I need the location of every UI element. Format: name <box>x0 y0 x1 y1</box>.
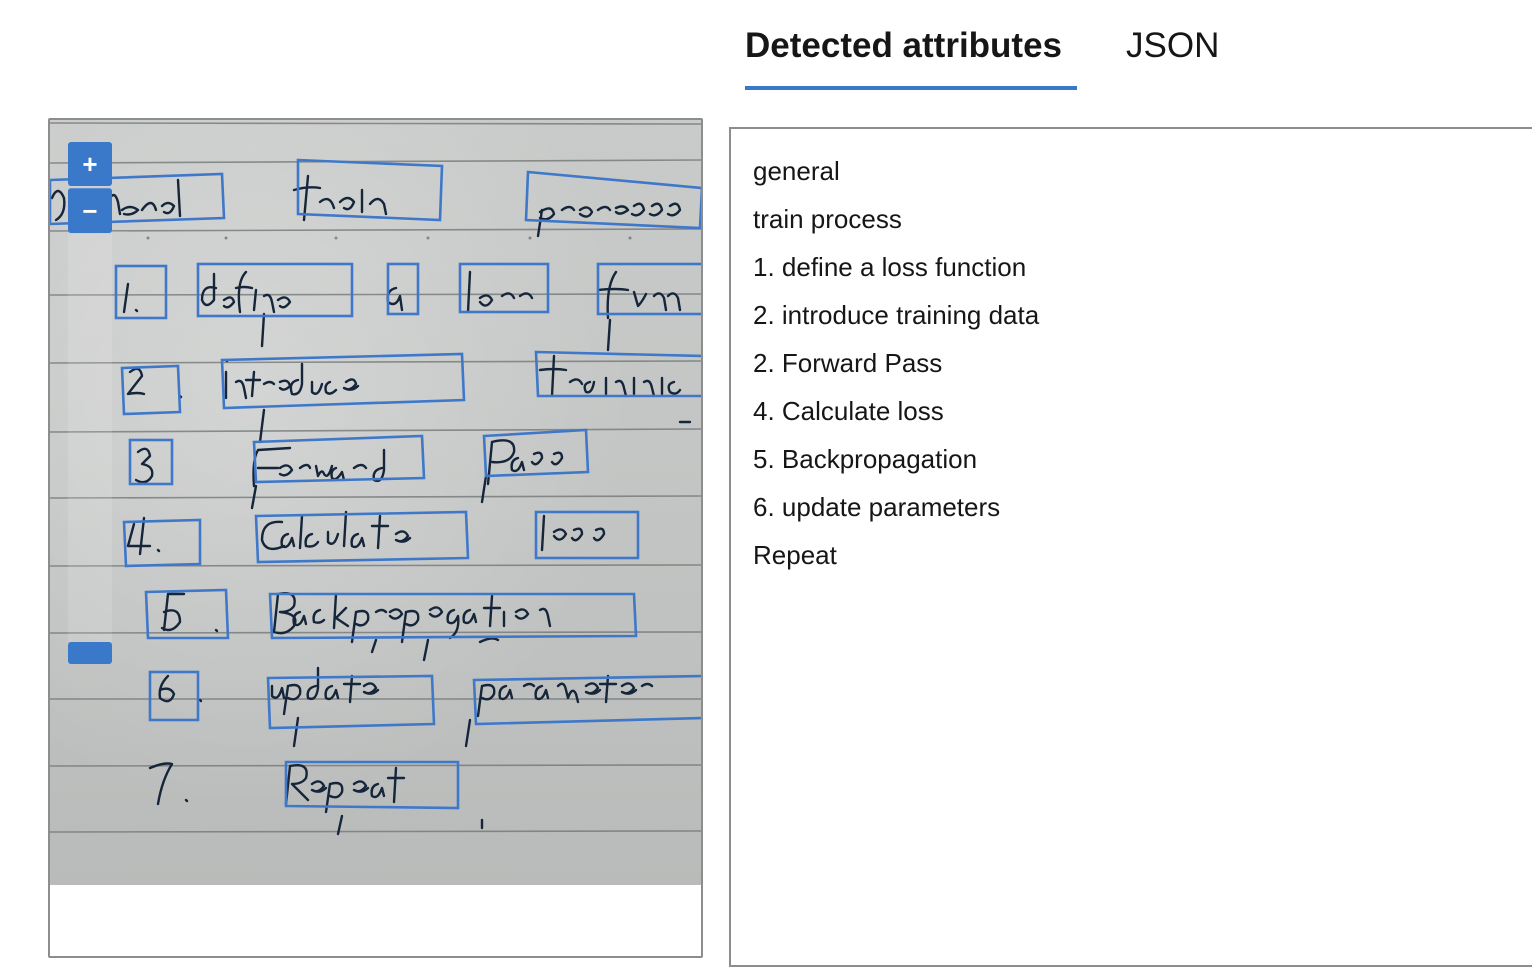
detection-boxes <box>50 158 701 810</box>
handwritten-note-photo <box>50 120 701 885</box>
attribute-item: 2. Forward Pass <box>753 348 943 378</box>
attribute-item: general <box>753 156 840 186</box>
zoom-slider-handle[interactable] <box>68 642 112 664</box>
plus-icon: + <box>82 149 98 179</box>
attribute-item: 1. define a loss function <box>753 252 1027 282</box>
tab-detected-attributes[interactable]: Detected attributes <box>745 26 1062 66</box>
handwriting-strokes <box>50 174 692 836</box>
tab-json[interactable]: JSON <box>1126 26 1219 66</box>
photo-drawing <box>50 122 701 836</box>
minus-icon: − <box>82 196 98 226</box>
attribute-list: general train process 1. define a loss f… <box>753 147 1039 579</box>
attribute-item: train process <box>753 204 902 234</box>
zoom-in-button[interactable]: + <box>68 142 112 186</box>
detected-attributes-panel: general train process 1. define a loss f… <box>729 127 1532 967</box>
attribute-item: 6. update parameters <box>753 492 1001 522</box>
image-viewer[interactable]: + − <box>48 118 703 958</box>
active-tab-indicator <box>745 86 1077 90</box>
zoom-out-button[interactable]: − <box>68 188 112 233</box>
attribute-item: 4. Calculate loss <box>753 396 944 426</box>
attribute-item: 2. introduce training data <box>753 300 1040 330</box>
attribute-item: 5. Backpropagation <box>753 444 978 474</box>
zoom-slider-track[interactable] <box>68 234 112 642</box>
faint-dots <box>146 236 632 240</box>
attribute-item: Repeat <box>753 540 837 570</box>
